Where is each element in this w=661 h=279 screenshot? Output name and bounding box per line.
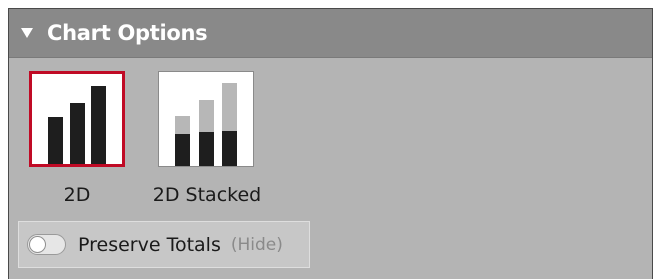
panel-title: Chart Options [47, 21, 208, 45]
chart-type-2d-stacked-option[interactable] [158, 71, 254, 167]
preserve-totals-label: Preserve Totals [78, 233, 221, 256]
chart-options-panel: Chart Options 2D 2D Stacked Preserve Tot… [8, 8, 653, 279]
chart-type-2d-stacked-label: 2D Stacked [152, 184, 262, 206]
chart-type-2d-option[interactable] [29, 71, 125, 167]
preserve-totals-toggle[interactable] [27, 234, 66, 255]
triangle-down-icon[interactable] [21, 28, 33, 38]
toggle-knob [29, 236, 46, 253]
bar-chart-icon [48, 86, 106, 164]
chart-type-2d-label: 2D [63, 184, 91, 206]
preserve-totals-control: Preserve Totals (Hide) [18, 221, 310, 268]
hide-link[interactable]: (Hide) [231, 235, 283, 255]
chart-options-header[interactable]: Chart Options [9, 9, 652, 58]
stacked-bar-chart-icon [175, 83, 237, 166]
